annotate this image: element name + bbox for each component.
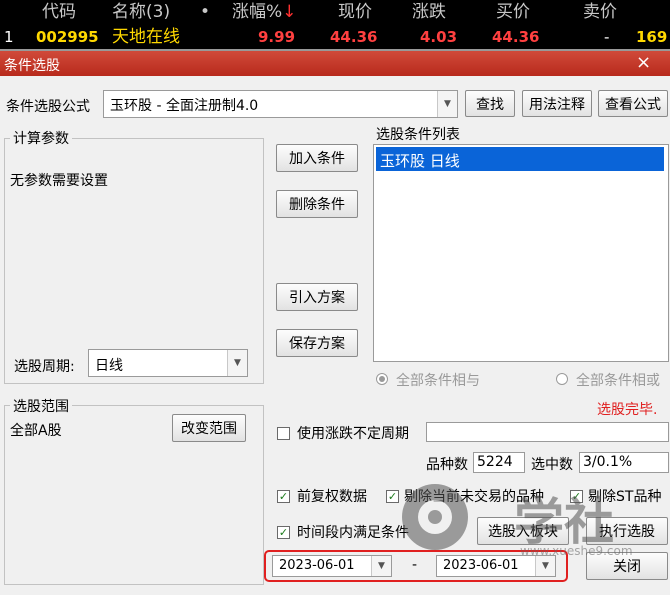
- period-select[interactable]: 日线 ▼: [88, 349, 248, 377]
- date-from-picker[interactable]: 2023-06-01 ▼: [272, 555, 392, 577]
- stock-ask: -: [604, 28, 610, 46]
- sort-down-icon: ↓: [282, 2, 297, 22]
- selected-field: 3/0.1%: [579, 452, 669, 473]
- formula-value: 玉环股 - 全面注册制4.0: [110, 98, 259, 114]
- chevron-down-icon[interactable]: ▼: [227, 350, 247, 376]
- scope-group-title: 选股范围: [10, 396, 72, 416]
- find-button[interactable]: 查找: [465, 90, 515, 117]
- add-condition-button[interactable]: 加入条件: [276, 144, 358, 172]
- close-icon[interactable]: ×: [636, 52, 651, 73]
- selected-label: 选中数: [531, 457, 573, 473]
- col-name[interactable]: 名称(3): [112, 0, 170, 25]
- dialog-title: 条件选股: [4, 58, 60, 74]
- count-label: 品种数: [426, 457, 468, 473]
- date-to-value: 2023-06-01: [443, 558, 519, 573]
- count-value: 5224: [477, 454, 513, 470]
- add-to-block-button[interactable]: 选股入板块: [477, 517, 569, 545]
- uncertain-period-checkbox[interactable]: [277, 427, 290, 440]
- run-selection-button[interactable]: 执行选股: [586, 517, 668, 545]
- col-code[interactable]: 代码: [42, 0, 76, 25]
- stock-code[interactable]: 002995: [36, 25, 99, 49]
- save-scheme-button[interactable]: 保存方案: [276, 329, 358, 357]
- date-separator: -: [412, 557, 418, 573]
- exclude-untraded-checkbox[interactable]: ✓: [386, 490, 399, 503]
- conditions-title: 选股条件列表: [376, 127, 460, 143]
- col-change-pct-label: 涨幅%: [232, 2, 283, 22]
- stock-bid: 44.36: [492, 28, 540, 46]
- uncertain-period-label: 使用涨跌不定周期: [297, 426, 409, 442]
- stock-name[interactable]: 天地在线: [112, 25, 180, 49]
- scope-value: 全部A股: [10, 423, 62, 439]
- stock-price: 44.36: [330, 28, 378, 46]
- list-item[interactable]: 玉环股 日线: [376, 147, 664, 171]
- col-change-pct[interactable]: 涨幅%↓: [232, 0, 296, 25]
- view-formula-button[interactable]: 查看公式: [598, 90, 668, 117]
- row-index: 1: [4, 28, 14, 46]
- stock-quote-strip: 代码 名称(3) • 涨幅%↓ 现价 涨跌 买价 卖价 1 002995 天地在…: [0, 0, 670, 51]
- change-scope-button[interactable]: 改变范围: [172, 414, 246, 442]
- exclude-untraded-label: 剔除当前未交易的品种: [404, 489, 544, 505]
- status-text: 选股完毕.: [597, 402, 658, 418]
- delete-condition-button[interactable]: 删除条件: [276, 190, 358, 218]
- stock-extra: 169: [636, 28, 668, 46]
- uncertain-period-input[interactable]: [426, 422, 669, 442]
- radio-all-or[interactable]: [556, 373, 568, 385]
- col-price[interactable]: 现价: [338, 0, 372, 25]
- col-bid[interactable]: 买价: [496, 0, 530, 25]
- dialog-titlebar[interactable]: 条件选股 ×: [0, 51, 670, 76]
- date-from-value: 2023-06-01: [279, 558, 355, 573]
- period-cond-checkbox[interactable]: ✓: [277, 526, 290, 539]
- params-text: 无参数需要设置: [10, 173, 108, 189]
- stock-change: 4.03: [420, 28, 458, 46]
- chevron-down-icon[interactable]: ▼: [437, 91, 457, 117]
- col-ask[interactable]: 卖价: [583, 0, 617, 25]
- import-scheme-button[interactable]: 引入方案: [276, 283, 358, 311]
- params-group-title: 计算参数: [10, 128, 72, 148]
- conditions-list[interactable]: 玉环股 日线: [373, 144, 669, 362]
- period-value: 日线: [95, 358, 123, 374]
- col-dot: •: [200, 2, 211, 22]
- selected-value: 3/0.1%: [583, 454, 633, 470]
- chevron-down-icon[interactable]: ▼: [535, 556, 555, 576]
- fq-label: 前复权数据: [297, 489, 367, 505]
- formula-select[interactable]: 玉环股 - 全面注册制4.0 ▼: [103, 90, 458, 118]
- exclude-st-label: 剔除ST品种: [588, 489, 662, 505]
- count-field: 5224: [473, 452, 525, 473]
- date-to-picker[interactable]: 2023-06-01 ▼: [436, 555, 556, 577]
- radio-all-and-label: 全部条件相与: [396, 373, 480, 389]
- close-button[interactable]: 关闭: [586, 552, 668, 580]
- chevron-down-icon[interactable]: ▼: [371, 556, 391, 576]
- exclude-st-checkbox[interactable]: ✓: [570, 490, 583, 503]
- list-item-label: 玉环股 日线: [380, 152, 460, 170]
- usage-notes-button[interactable]: 用法注释: [522, 90, 592, 117]
- stock-change-pct: 9.99: [258, 28, 296, 46]
- period-cond-label: 时间段内满足条件: [297, 525, 409, 541]
- fq-checkbox[interactable]: ✓: [277, 490, 290, 503]
- col-change[interactable]: 涨跌: [412, 0, 446, 25]
- radio-all-or-label: 全部条件相或: [576, 373, 660, 389]
- radio-all-and[interactable]: [376, 373, 388, 385]
- formula-label: 条件选股公式: [6, 99, 90, 115]
- period-label: 选股周期:: [14, 359, 75, 375]
